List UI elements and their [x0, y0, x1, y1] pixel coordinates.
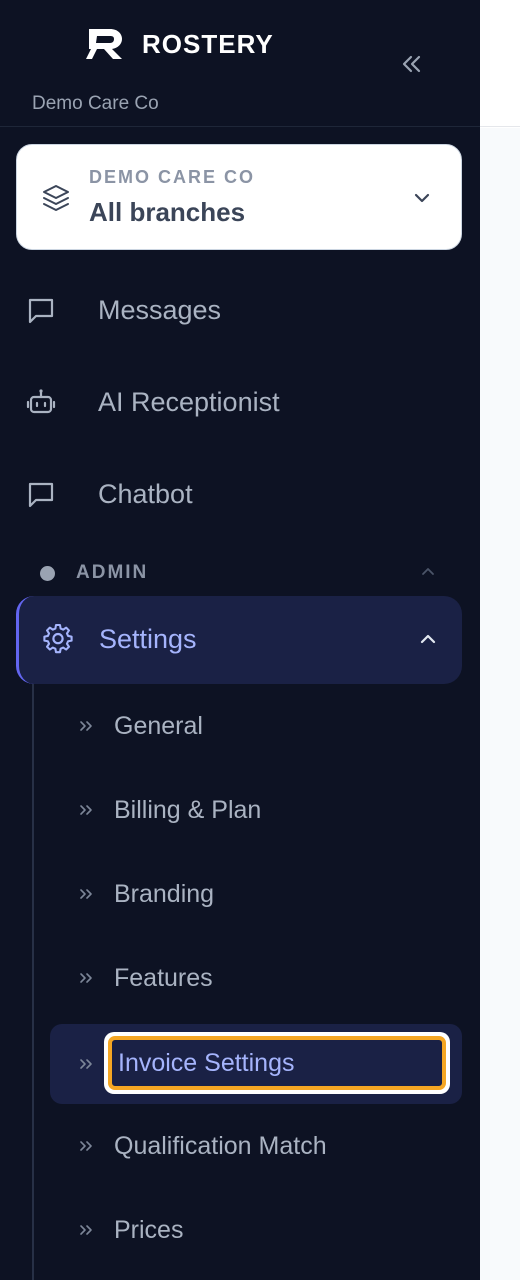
submenu-item-branding[interactable]: Branding [50, 854, 462, 934]
submenu-item-prices[interactable]: Prices [50, 1190, 462, 1270]
chevrons-right-icon [78, 802, 94, 818]
nav-item-label: AI Receptionist [98, 386, 280, 417]
submenu-item-label: Billing & Plan [114, 795, 262, 824]
submenu-item-label: Branding [114, 879, 215, 908]
chevrons-right-icon [78, 1056, 94, 1072]
collapse-sidebar-button[interactable] [396, 50, 426, 78]
message-square-icon [24, 293, 58, 327]
branch-selector-value: All branches [89, 197, 246, 227]
settings-label: Settings [99, 624, 197, 654]
app-logo[interactable]: ROSTERY [86, 26, 274, 62]
focus-highlight[interactable]: Invoice Settings [104, 1032, 450, 1094]
nav-item-label: Chatbot [98, 478, 193, 509]
submenu-item-label: Qualification Match [114, 1131, 327, 1160]
focus-highlight-inner: Invoice Settings [108, 1036, 446, 1090]
submenu-item-qualification-match[interactable]: Qualification Match [50, 1106, 462, 1186]
sidebar: ROSTERY Demo Care Co DEMO CARE CO All br… [0, 0, 480, 1280]
brand-name: ROSTERY [142, 28, 274, 59]
chevrons-right-icon [78, 970, 94, 986]
chevrons-right-icon [78, 886, 94, 902]
nav-item-chatbot[interactable]: Chatbot [24, 464, 454, 524]
submenu-item-label: Features [114, 963, 213, 992]
submenu-item-billing-plan[interactable]: Billing & Plan [50, 770, 462, 850]
branch-selector[interactable]: DEMO CARE CO All branches [16, 144, 462, 250]
logo-icon [86, 29, 122, 59]
layers-icon [43, 185, 69, 211]
header-divider [0, 126, 480, 127]
section-dot [40, 565, 55, 581]
chevrons-left-icon [402, 55, 421, 73]
submenu-tree-line [32, 684, 34, 1280]
bot-icon [24, 385, 58, 419]
submenu-item-label: Prices [114, 1215, 184, 1244]
submenu-item-features[interactable]: Features [50, 938, 462, 1018]
submenu-item-general[interactable]: General [50, 686, 462, 766]
nav-item-settings[interactable]: Settings [16, 596, 462, 684]
chevron-up-icon [422, 568, 434, 575]
branch-selector-org: DEMO CARE CO [89, 167, 256, 187]
nav-item-ai-receptionist[interactable]: AI Receptionist [24, 372, 454, 432]
chevron-up-icon [420, 634, 436, 644]
nav-item-label: Messages [98, 294, 222, 325]
nav-item-messages[interactable]: Messages [24, 280, 454, 340]
section-header-admin[interactable]: ADMIN [40, 558, 440, 588]
message-square-icon [24, 477, 58, 511]
submenu-item-label: Invoice Settings [118, 1048, 295, 1077]
chevron-down-icon [414, 193, 430, 203]
submenu-item-label: General [114, 711, 203, 740]
top-bar [480, 0, 520, 127]
main-content-area [480, 128, 520, 1280]
chevrons-right-icon [78, 1138, 94, 1154]
gear-icon [43, 623, 73, 654]
chevrons-right-icon [78, 1222, 94, 1238]
section-label: ADMIN [76, 562, 149, 583]
org-caption: Demo Care Co [32, 93, 159, 114]
chevrons-right-icon [78, 718, 94, 734]
